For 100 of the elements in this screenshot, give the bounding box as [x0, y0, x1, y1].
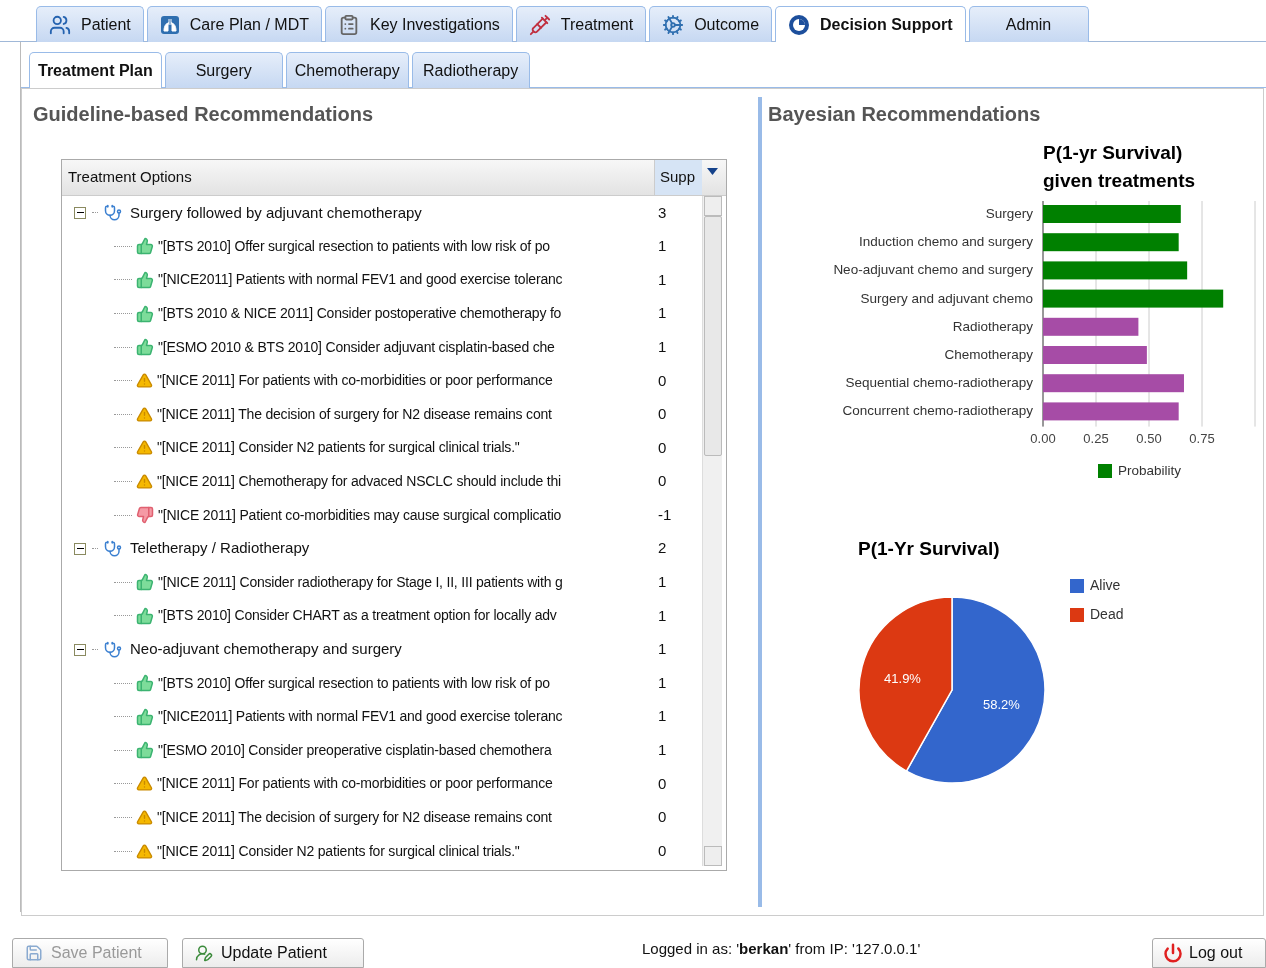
dropdown-icon[interactable]	[707, 168, 718, 175]
doctor-icon	[104, 640, 122, 659]
guideline-item[interactable]: "[BTS 2010 & NICE 2011] Consider postoperative chemotherapy fo	[158, 303, 562, 325]
guideline-item[interactable]: "[NICE 2011] Patient co-morbidities may cause surgical complicatio	[158, 504, 562, 526]
panel-title: Bayesian Recommendations	[768, 102, 1042, 127]
guideline-item[interactable]: "[NICE 2011] The decision of surgery for N2 disease remains cont	[157, 403, 552, 425]
warning-icon	[136, 372, 153, 390]
support-value: 1	[658, 605, 667, 626]
main-tab[interactable]: Treatment	[515, 6, 647, 42]
guideline-item[interactable]: "[NICE 2011] Consider radiotherapy for Stage I, II, III patients with g	[158, 571, 563, 593]
guideline-item[interactable]: "[BTS 2010] Consider CHART as a treatment option for locally adv	[158, 605, 557, 627]
support-value: 1	[658, 572, 667, 593]
sub-tab[interactable]: Chemotherapy	[285, 52, 409, 88]
guideline-item[interactable]: "[NICE 2011] For patients with co-morbidities or poor performance	[157, 370, 553, 392]
legend-swatch	[1070, 607, 1084, 622]
doctor-icon	[104, 539, 122, 558]
chart-title: P(1-Yr Survival)	[858, 537, 1000, 561]
support-value: 1	[658, 706, 667, 727]
slice-label: 58.2%	[982, 695, 1021, 714]
axis-label: Induction chemo and surgery	[858, 234, 1033, 251]
support-value: 1	[658, 303, 667, 324]
collapse-toggle[interactable]	[74, 542, 86, 555]
axis-label: Concurrent chemo-radiotherapy	[842, 403, 1033, 420]
main-tab[interactable]: Patient	[36, 6, 144, 42]
guideline-item[interactable]: "[BTS 2010] Offer surgical resection to patients with low risk of po	[158, 672, 550, 694]
syringe-icon	[528, 13, 551, 36]
support-value: 1	[658, 740, 667, 761]
warning-icon	[136, 405, 153, 423]
sub-tab[interactable]: Radiotherapy	[411, 52, 530, 88]
support-value: 1	[658, 672, 667, 693]
tick-label: 0.75	[1188, 430, 1216, 448]
guideline-item[interactable]: "[NICE 2011] For patients with co-morbidities or poor performance	[157, 773, 553, 795]
thumbs-up-icon	[136, 674, 154, 693]
support-value: 3	[658, 202, 667, 223]
axis-label: Chemotherapy	[944, 347, 1033, 363]
thumbs-up-icon	[136, 237, 154, 256]
support-value: 0	[658, 404, 667, 425]
legend-label: Alive	[1090, 576, 1121, 595]
guideline-item[interactable]: "[BTS 2010] Offer surgical resection to patients with low risk of po	[158, 235, 550, 257]
tree-item[interactable]: Neo-adjuvant chemotherapy and surgery	[130, 638, 402, 661]
main-tab[interactable]: Outcome	[649, 6, 773, 42]
guideline-item[interactable]: "[NICE2011] Patients with normal FEV1 and good exercise toleranc	[158, 269, 563, 291]
support-value: 0	[658, 471, 667, 492]
collapse-toggle[interactable]	[74, 206, 86, 219]
thumbs-up-icon	[136, 707, 154, 726]
tick-label: 0.25	[1082, 430, 1110, 448]
slice-label: 41.9%	[883, 670, 922, 689]
lungs-icon	[159, 14, 180, 35]
tree-item[interactable]: Surgery followed by adjuvant chemotherapy	[130, 201, 422, 225]
support-value: 0	[658, 773, 667, 794]
main-tab[interactable]: Key Investigations	[324, 6, 513, 42]
support-value: 0	[658, 840, 667, 861]
login-status: Logged in as: 'berkan' from IP: '127.0.0.1'	[642, 938, 921, 959]
gear-icon	[662, 13, 685, 36]
guideline-item[interactable]: "[ESMO 2010 & BTS 2010] Consider adjuvant cisplatin-based che	[158, 336, 555, 358]
guideline-item[interactable]: "[NICE 2011] The decision of surgery for N2 disease remains cont	[157, 807, 552, 828]
legend-swatch	[1070, 578, 1084, 593]
support-value: 0	[658, 807, 667, 828]
tick-label: 0.00	[1029, 430, 1057, 448]
guideline-item[interactable]: "[NICE 2011] Chemotherapy for advaced NSCLC should include thi	[157, 471, 561, 493]
scrollbar[interactable]	[702, 196, 722, 866]
support-value: 2	[658, 538, 667, 559]
collapse-toggle[interactable]	[74, 643, 86, 656]
support-value: -1	[658, 504, 672, 525]
tree-item[interactable]: Teletherapy / Radiotherapy	[130, 537, 310, 560]
save-icon	[25, 944, 43, 962]
legend-swatch	[1098, 464, 1112, 479]
legend-label: Dead	[1090, 605, 1124, 624]
support-value: 0	[658, 370, 667, 391]
power-icon	[1163, 943, 1183, 963]
support-value: 1	[658, 236, 667, 257]
doctor-icon	[104, 203, 122, 222]
guideline-item[interactable]: "[NICE 2011] Consider N2 patients for surgical clinical trials."	[157, 840, 520, 862]
thumbs-up-icon	[136, 606, 154, 625]
thumbs-up-icon	[136, 573, 154, 592]
thumbs-up-icon	[136, 741, 154, 760]
tick-label: 0.50	[1135, 430, 1163, 448]
main-tab[interactable]: Decision Support	[775, 6, 966, 42]
guideline-item[interactable]: "[NICE2011] Patients with normal FEV1 and good exercise toleranc	[158, 706, 563, 728]
sub-tab[interactable]: Treatment Plan	[29, 52, 162, 88]
guideline-item[interactable]: "[NICE 2011] Consider N2 patients for surgical clinical trials."	[157, 437, 520, 459]
axis-label: Neo-adjuvant chemo and surgery	[833, 262, 1033, 279]
support-value: 0	[658, 437, 667, 458]
legend-label: Probability	[1118, 462, 1182, 480]
main-tab[interactable]: Admin	[968, 6, 1089, 42]
column-header[interactable]: Treatment Options	[62, 160, 654, 195]
user-edit-icon	[195, 944, 213, 962]
guideline-item[interactable]: "[ESMO 2010] Consider preoperative cisplatin-based chemothera	[158, 739, 552, 761]
axis-label: Radiotherapy	[952, 318, 1033, 335]
main-tab[interactable]: Care Plan / MDT	[146, 6, 322, 42]
column-header[interactable]: Supp	[654, 160, 702, 195]
support-value: 1	[658, 639, 667, 660]
warning-icon	[136, 842, 153, 860]
sub-tab[interactable]: Surgery	[164, 52, 283, 88]
update-button[interactable]: Update Patient	[182, 938, 364, 968]
panel-title: Guideline-based Recommendations	[33, 102, 375, 127]
thumbs-up-icon	[136, 304, 154, 323]
logout-button[interactable]: Log out	[1152, 938, 1266, 968]
axis-label: Surgery and adjuvant chemo	[860, 290, 1033, 307]
support-value: 1	[658, 269, 667, 290]
